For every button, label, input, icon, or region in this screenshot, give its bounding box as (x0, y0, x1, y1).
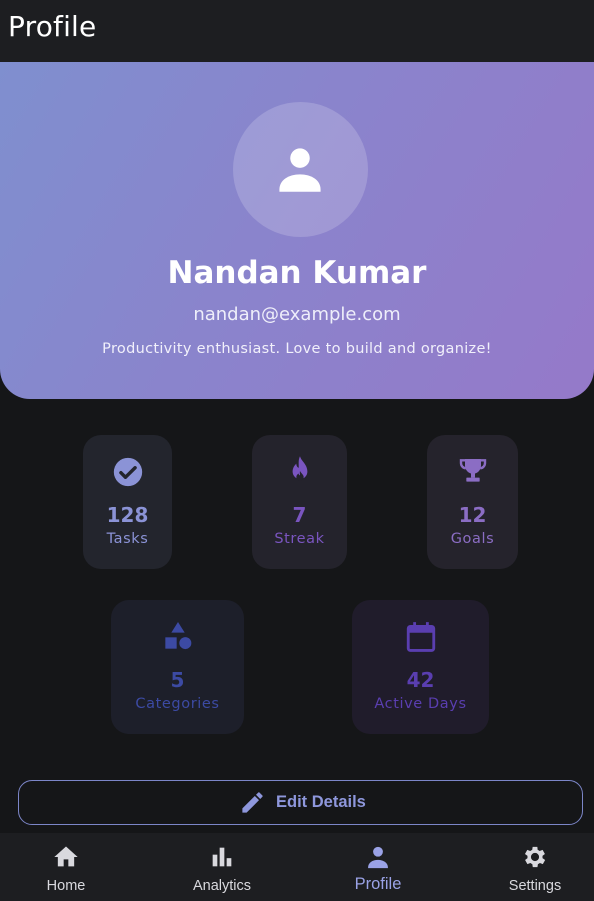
home-icon (54, 846, 78, 867)
person-icon (279, 148, 321, 192)
edit-details-label: Edit Details (276, 793, 366, 811)
stat-label: Tasks (106, 531, 149, 547)
app-bar: Profile (0, 0, 594, 62)
nav-item-home[interactable]: Home (0, 833, 140, 901)
nav-label: Settings (508, 878, 562, 894)
calendar-icon (406, 622, 435, 652)
stat-card-active-days[interactable]: 42 Active Days (352, 600, 489, 734)
trophy-icon (459, 459, 486, 482)
nav-item-settings[interactable]: Settings (461, 833, 594, 901)
person-icon (368, 846, 388, 869)
bottom-navigation: Home Analytics Profile Settings (0, 833, 594, 901)
edit-details-button[interactable]: Edit Details (18, 780, 583, 825)
stat-value: 12 (458, 503, 487, 527)
nav-label: Analytics (192, 878, 252, 894)
profile-name: Nandan Kumar (167, 255, 427, 291)
gear-icon (524, 846, 546, 868)
stat-card-goals[interactable]: 12 Goals (427, 435, 518, 569)
stat-card-categories[interactable]: 5 Categories (111, 600, 244, 734)
stat-label: Streak (274, 531, 325, 547)
nav-item-analytics[interactable]: Analytics (148, 833, 296, 901)
stat-value: 42 (406, 668, 435, 692)
profile-header: Nandan Kumar nandan@example.com Producti… (0, 62, 594, 399)
nav-label: Home (46, 878, 86, 894)
stat-label: Active Days (374, 696, 467, 712)
page-title: Profile (8, 10, 97, 43)
nav-item-profile[interactable]: Profile (304, 833, 452, 901)
stat-card-tasks[interactable]: 128 Tasks (83, 435, 172, 569)
shapes-icon (164, 622, 191, 650)
nav-label: Profile (354, 875, 402, 893)
stat-card-streak[interactable]: 7 Streak (252, 435, 347, 569)
flame-icon (292, 456, 307, 481)
avatar[interactable] (233, 102, 368, 237)
profile-email: nandan@example.com (193, 304, 401, 325)
stat-label: Goals (450, 531, 495, 547)
bar-chart-icon (212, 847, 232, 867)
stat-value: 7 (292, 503, 307, 527)
pencil-icon (242, 792, 263, 813)
stat-label: Categories (135, 696, 220, 712)
stat-value: 128 (106, 503, 149, 527)
check-circle-icon (113, 457, 142, 487)
profile-bio: Productivity enthusiast. Love to build a… (102, 341, 492, 357)
stat-value: 5 (170, 668, 185, 692)
